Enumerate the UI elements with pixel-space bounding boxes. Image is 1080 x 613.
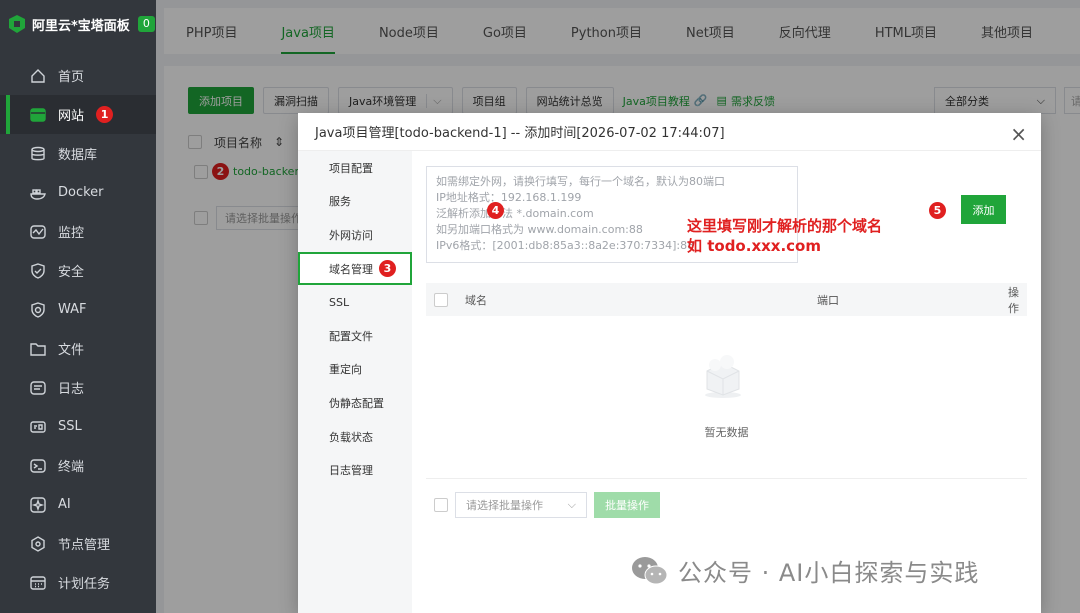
log-icon (30, 380, 46, 395)
terminal-icon (30, 458, 46, 473)
empty-box-icon (705, 355, 741, 398)
sidebar-item-label: Docker (58, 185, 104, 200)
sidebar-item-security[interactable]: 安全 (0, 251, 156, 290)
domain-table-header: 域名 端口 操作 (426, 283, 1027, 316)
home-icon (31, 68, 45, 83)
menu-log-manage[interactable]: 日志管理 (298, 453, 412, 487)
sidebar-item-logs[interactable]: 日志 (0, 368, 156, 407)
menu-load-status[interactable]: 负载状态 (298, 420, 412, 454)
sidebar-item-database[interactable]: 数据库 (0, 134, 156, 173)
menu-rewrite[interactable]: 伪静态配置 (298, 386, 412, 420)
sidebar-item-label: 网站 (58, 109, 85, 124)
project-manage-dialog: Java项目管理[todo-backend-1] -- 添加时间[2026-07… (298, 113, 1041, 613)
docker-icon (30, 188, 46, 200)
logo-icon (9, 15, 25, 33)
dialog-batch-checkbox[interactable] (434, 498, 448, 512)
annotation-line: 如 todo.xxx.com (687, 237, 821, 255)
monitor-icon (30, 224, 46, 239)
menu-project-config[interactable]: 项目配置 (298, 151, 412, 185)
sidebar-item-ai[interactable]: AI (0, 485, 156, 524)
sidebar-item-label: 安全 (58, 265, 85, 280)
batch-operate-button[interactable]: 批量操作 (594, 492, 660, 518)
sidebar-item-label: 计划任务 (58, 577, 111, 592)
menu-config-file[interactable]: 配置文件 (298, 319, 412, 353)
ai-icon (30, 496, 46, 513)
dialog-title: Java项目管理[todo-backend-1] -- 添加时间[2026-07… (298, 113, 1041, 151)
domain-select-all-checkbox[interactable] (434, 292, 448, 307)
chevron-down-icon: ⌵ (567, 498, 576, 511)
sidebar-item-docker[interactable]: Docker (0, 173, 156, 212)
sidebar-item-terminal[interactable]: 终端 (0, 446, 156, 485)
brand-count-badge: 0 (137, 16, 155, 32)
sidebar-item-label: 数据库 (58, 148, 98, 163)
sidebar-item-label: 首页 (58, 70, 85, 85)
sidebar-item-label: 节点管理 (58, 538, 111, 553)
sidebar-item-label: AI (58, 497, 71, 512)
sidebar-item-files[interactable]: 文件 (0, 329, 156, 368)
close-icon[interactable]: × (1010, 122, 1027, 146)
sidebar-item-ssl[interactable]: SSL (0, 407, 156, 446)
menu-label: 域名管理 (329, 262, 373, 276)
shield-icon (31, 262, 45, 279)
dialog-batch-bar: 请选择批量操作 ⌵ 批量操作 (434, 492, 660, 518)
brand: 阿里云*宝塔面板 0 (0, 0, 156, 48)
watermark-text: 公众号 · AI小白探索与实践 (678, 559, 980, 587)
sidebar-item-website[interactable]: 网站 1 (0, 95, 156, 134)
dialog-batch-select[interactable]: 请选择批量操作 ⌵ (455, 492, 587, 518)
sidebar: 阿里云*宝塔面板 0 首页 网站 1 数据库 Docker 监控 安全 WAF … (0, 0, 156, 613)
sidebar-item-monitor[interactable]: 监控 (0, 212, 156, 251)
sidebar-item-home[interactable]: 首页 (0, 56, 156, 95)
col-operation: 操作 (1008, 285, 1019, 315)
empty-state-text: 暂无数据 (704, 426, 749, 439)
sidebar-item-waf[interactable]: WAF (0, 290, 156, 329)
waf-icon (31, 301, 45, 318)
sidebar-item-nodes[interactable]: 节点管理 (0, 524, 156, 563)
step-marker-5: 5 (929, 202, 946, 219)
sidebar-item-label: WAF (58, 302, 87, 317)
sidebar-nav: 首页 网站 1 数据库 Docker 监控 安全 WAF 文件 日志 SSL 终… (0, 56, 156, 602)
col-domain: 域名 (465, 293, 487, 307)
node-icon (31, 535, 45, 552)
domain-hint-line: 如需绑定外网，请换行填写，每行一个域名，默认为80端口 (436, 175, 725, 188)
add-domain-button[interactable]: 添加 (961, 195, 1006, 224)
dialog-menu: 项目配置 服务 外网访问 域名管理 3 SSL 配置文件 重定向 伪静态配置 负… (298, 151, 412, 613)
menu-domain-manage[interactable]: 域名管理 3 (298, 251, 412, 286)
brand-name: 阿里云*宝塔面板 (32, 18, 130, 34)
watermark: 公众号 · AI小白探索与实践 (630, 553, 979, 588)
sidebar-item-cron[interactable]: 计划任务 (0, 563, 156, 602)
step-marker-4: 4 (487, 202, 504, 219)
menu-ssl[interactable]: SSL (298, 285, 412, 319)
database-icon (31, 146, 45, 160)
divider (426, 478, 1027, 479)
ssl-icon (30, 420, 46, 433)
sidebar-item-label: 日志 (58, 382, 85, 397)
menu-redirect[interactable]: 重定向 (298, 353, 412, 387)
annotation-text: 这里填写刚才解析的那个域名 如 todo.xxx.com (687, 216, 882, 256)
calendar-icon (30, 575, 46, 590)
sidebar-item-label: 文件 (58, 343, 85, 358)
col-port: 端口 (817, 293, 839, 307)
step-marker-1: 1 (96, 106, 114, 123)
sidebar-item-label: SSL (58, 419, 82, 434)
website-icon (30, 107, 46, 122)
batch-select-label: 请选择批量操作 (466, 499, 543, 512)
annotation-line: 这里填写刚才解析的那个域名 (687, 217, 883, 235)
folder-icon (30, 342, 46, 356)
wechat-icon (632, 556, 668, 584)
sidebar-item-label: 终端 (58, 460, 85, 475)
menu-external-access[interactable]: 外网访问 (298, 218, 412, 252)
sidebar-item-label: 监控 (58, 226, 85, 241)
step-marker-3: 3 (379, 260, 396, 278)
menu-service[interactable]: 服务 (298, 185, 412, 219)
